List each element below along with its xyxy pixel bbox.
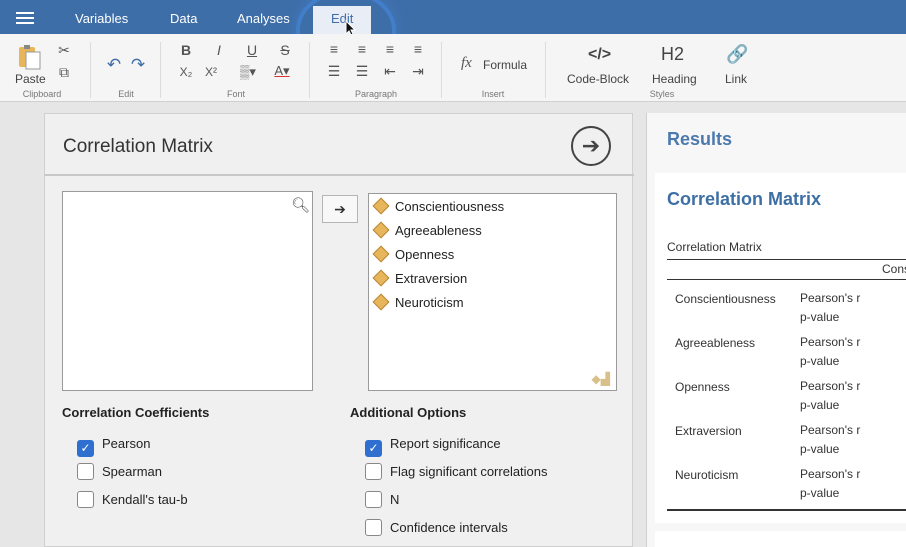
copy-icon[interactable]: ⧉ <box>54 64 74 81</box>
list-item[interactable]: Openness <box>372 245 454 265</box>
pearson-checkbox[interactable]: ✓ Pearson <box>77 435 150 457</box>
font-color-icon[interactable]: A▾ <box>272 63 292 79</box>
divider <box>160 42 161 98</box>
move-variable-button[interactable]: ➔ <box>322 195 358 223</box>
italic-icon[interactable]: I <box>209 42 229 58</box>
align-right-icon[interactable]: ≡ <box>380 41 400 57</box>
table-rule <box>667 279 906 280</box>
paste-icon[interactable] <box>16 43 44 71</box>
checkmark-icon[interactable]: ✓ <box>77 440 94 457</box>
table-row-stat: Pearson's r p-value <box>800 379 861 412</box>
list-item[interactable]: Extraversion <box>372 269 467 289</box>
strikethrough-icon[interactable]: S <box>275 42 295 58</box>
menu-bar: Variables Data Analyses Edit <box>0 0 906 70</box>
bullet-list-icon[interactable]: ☰ <box>324 63 344 80</box>
list-item[interactable]: Conscientiousness <box>372 197 504 217</box>
n-checkbox[interactable]: N <box>365 491 399 509</box>
additional-options-heading: Additional Options <box>350 405 467 420</box>
tab-data[interactable]: Data <box>170 0 197 34</box>
font-group-label: Font <box>226 89 245 99</box>
paste-label[interactable]: Paste <box>15 72 46 86</box>
table-row-label: Extraversion <box>675 424 742 438</box>
undo-icon[interactable]: ↶ <box>104 55 124 75</box>
ribbon-toolbar: Paste ✂ ⧉ Clipboard ↶ ↷ Edit B I U S X₂ … <box>0 34 906 102</box>
divider <box>441 42 442 98</box>
flag-significant-checkbox[interactable]: Flag significant correlations <box>365 463 548 481</box>
divider <box>309 42 310 98</box>
link-icon[interactable]: 🔗 <box>726 44 748 65</box>
divider <box>545 42 546 98</box>
outdent-icon[interactable]: ⇤ <box>380 63 400 80</box>
spearman-checkbox[interactable]: Spearman <box>77 463 162 481</box>
confidence-intervals-checkbox[interactable]: Confidence intervals <box>365 519 508 537</box>
continuous-variable-icon <box>372 245 390 263</box>
tab-variables[interactable]: Variables <box>75 0 128 34</box>
link-button[interactable]: Link <box>725 72 747 86</box>
table-row-stat: Pearson's r p-value <box>800 335 861 368</box>
divider <box>45 174 634 176</box>
selected-variables-list[interactable]: Conscientiousness Agreeableness Openness… <box>368 193 617 391</box>
superscript-icon[interactable]: X² <box>201 65 221 79</box>
column-header: Cons <box>882 262 906 276</box>
table-row-label: Neuroticism <box>675 468 739 482</box>
continuous-variable-icon <box>372 293 390 311</box>
subscript-icon[interactable]: X₂ <box>176 65 196 79</box>
cut-icon[interactable]: ✂ <box>54 42 74 59</box>
redo-icon[interactable]: ↷ <box>128 55 148 75</box>
results-header: Results <box>667 129 733 149</box>
code-block-icon[interactable]: </> <box>588 46 611 64</box>
align-center-icon[interactable]: ≡ <box>352 41 372 57</box>
table-rule <box>667 509 906 511</box>
analysis-panel: Correlation Matrix ➔ 🔍︎ ➔ Conscientiousn… <box>44 113 634 547</box>
styles-group-label: Styles <box>649 89 675 99</box>
heading-button[interactable]: Heading <box>652 72 697 86</box>
results-output: Correlation Matrix Correlation Matrix Co… <box>655 173 906 523</box>
tab-analyses[interactable]: Analyses <box>237 0 290 34</box>
continuous-variable-icon <box>372 269 390 287</box>
align-left-icon[interactable]: ≡ <box>324 41 344 57</box>
bold-icon[interactable]: B <box>176 42 196 58</box>
variable-type-hint-icon: ◆▟ <box>591 372 610 386</box>
clipboard-group-label: Clipboard <box>22 89 62 99</box>
table-row-stat: Pearson's r p-value <box>800 423 861 456</box>
edit-group-label: Edit <box>118 89 134 99</box>
search-icon[interactable]: 🔍︎ <box>291 196 310 214</box>
panel-title: Correlation Matrix <box>63 136 213 157</box>
run-arrow-icon[interactable]: ➔ <box>571 126 611 166</box>
underline-icon[interactable]: U <box>242 42 262 58</box>
report-significance-checkbox[interactable]: ✓ Report significance <box>365 435 501 457</box>
divider <box>90 42 91 98</box>
heading-icon[interactable]: H2 <box>661 44 684 65</box>
table-row-stat: Pearson's r p-value <box>800 467 861 500</box>
paragraph-group-label: Paragraph <box>354 89 398 99</box>
hamburger-menu-icon[interactable] <box>16 12 34 24</box>
table-row-label: Openness <box>675 380 730 394</box>
continuous-variable-icon <box>372 221 390 239</box>
checkmark-icon[interactable]: ✓ <box>365 440 382 457</box>
results-panel: Results Correlation Matrix Correlation M… <box>646 113 906 547</box>
formula-button[interactable]: Formula <box>483 58 527 72</box>
correlation-coefficients-heading: Correlation Coefficients <box>62 405 210 420</box>
kendall-checkbox[interactable]: Kendall's tau-b <box>77 491 188 509</box>
indent-icon[interactable]: ⇥ <box>408 63 428 80</box>
code-block-button[interactable]: Code-Block <box>567 72 629 86</box>
table-row-stat: Pearson's r p-value <box>800 291 861 324</box>
justify-icon[interactable]: ≡ <box>408 41 428 57</box>
insert-group-label: Insert <box>481 89 505 99</box>
results-title: Correlation Matrix <box>667 189 822 209</box>
results-output-next <box>655 531 906 547</box>
formula-icon[interactable]: fx <box>461 55 472 72</box>
table-caption: Correlation Matrix <box>667 240 762 254</box>
available-variables-list[interactable]: 🔍︎ <box>62 191 313 391</box>
table-rule <box>667 259 906 260</box>
continuous-variable-icon <box>372 197 390 215</box>
table-row-label: Agreeableness <box>675 336 756 350</box>
table-row-label: Conscientiousness <box>675 292 776 306</box>
list-item[interactable]: Neuroticism <box>372 293 464 313</box>
highlight-icon[interactable]: ▒▾ <box>238 64 258 80</box>
list-item[interactable]: Agreeableness <box>372 221 482 241</box>
numbered-list-icon[interactable]: ☰ <box>352 63 372 80</box>
